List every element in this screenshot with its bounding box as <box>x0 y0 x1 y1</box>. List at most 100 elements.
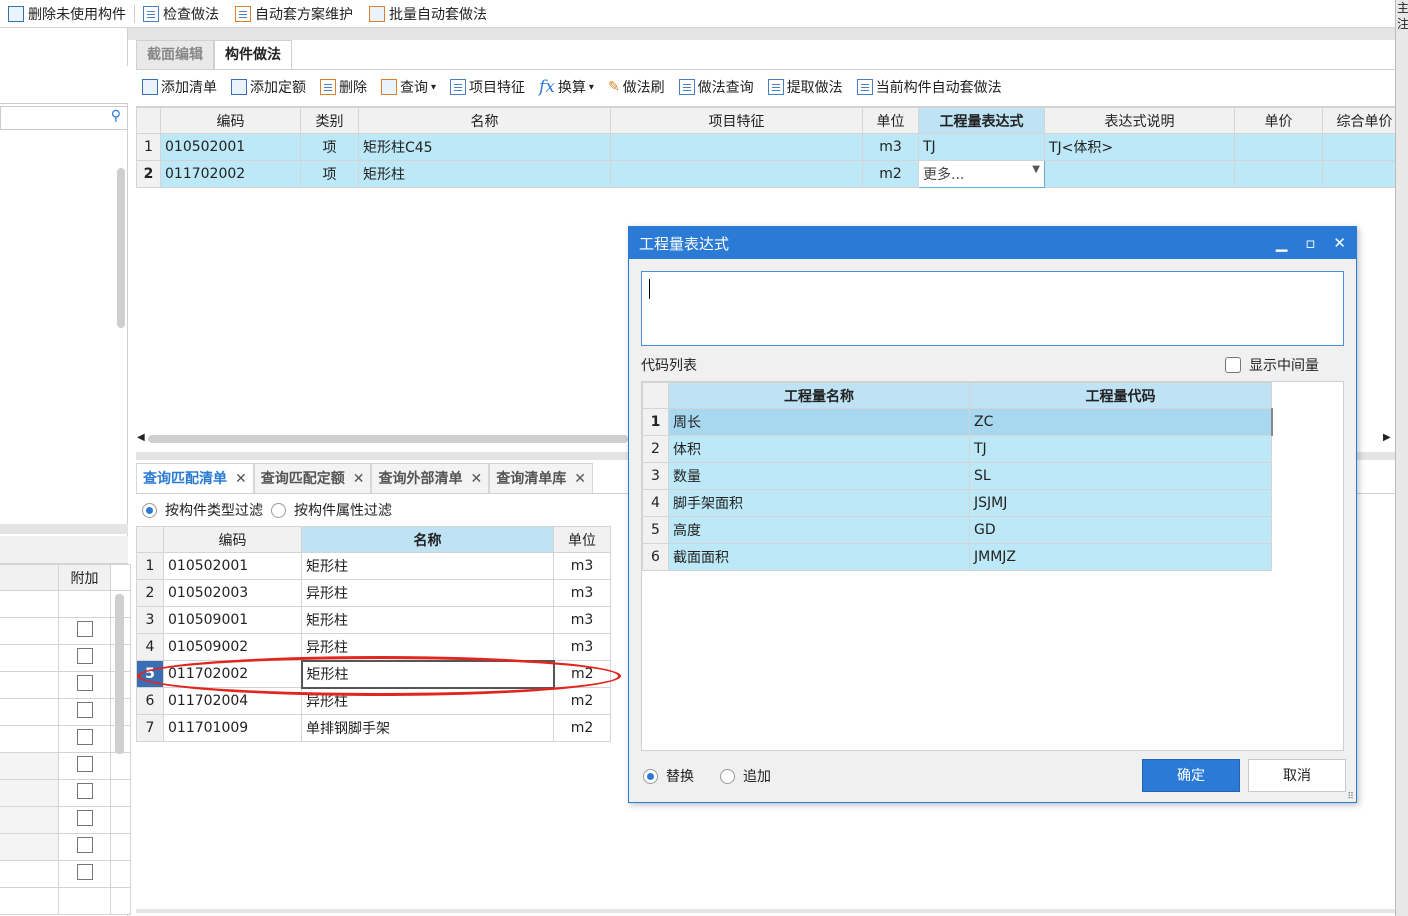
checkbox[interactable] <box>76 621 93 637</box>
left-pane: ⚲ 附加 <box>0 28 131 916</box>
item-feature-button[interactable]: 项目特征 <box>444 77 531 97</box>
col-quantity-code[interactable]: 工程量代码 <box>969 382 1272 409</box>
table-row[interactable]: 3 010509001 矩形柱 m3 <box>136 606 611 634</box>
chevron-down-icon[interactable]: ▼ <box>1032 164 1040 175</box>
table-row[interactable]: 1 010502001 项 矩形柱C45 m3 TJ TJ<体积> <box>136 133 1407 161</box>
expression-dropdown[interactable]: 更多... ▼ <box>918 160 1045 188</box>
code-row-selected[interactable]: 1 周长 ZC <box>642 408 1273 436</box>
checkbox[interactable] <box>76 810 93 826</box>
query-button[interactable]: 查询 ▾ <box>375 77 442 97</box>
table-row[interactable]: 2 011702002 项 矩形柱 m2 更多... ▼ <box>136 160 1407 188</box>
checkbox[interactable] <box>76 702 93 718</box>
append-radio[interactable] <box>720 768 735 784</box>
convert-button[interactable]: fx 换算 ▾ <box>533 77 600 97</box>
code-row[interactable]: 4 脚手架面积 JSJMJ <box>642 489 1272 517</box>
ok-button[interactable]: 确定 <box>1142 759 1240 792</box>
col-feature[interactable]: 项目特征 <box>610 107 863 134</box>
table-row[interactable]: 7 011701009 单排钢脚手架 m2 <box>136 714 611 742</box>
col-expression[interactable]: 工程量表达式 <box>918 107 1045 134</box>
checkbox[interactable] <box>76 729 93 745</box>
method-toolbar: 添加清单 添加定额 删除 查询 ▾ 项目特征 fx 换算 ▾ ✎ 做法刷 做法查询 提取… <box>136 72 1008 102</box>
code-list-grid: 工程量名称 工程量代码 1 周长 ZC 2 体积 TJ 3 数量 SL 4 脚手架面积 JSJMJ… <box>642 382 1273 571</box>
add-quota-button[interactable]: 添加定额 <box>225 77 312 97</box>
left-search-input[interactable]: ⚲ <box>0 106 128 130</box>
method-query-button[interactable]: 做法查询 <box>673 77 760 97</box>
checkbox[interactable] <box>76 783 93 799</box>
show-intermediate-checkbox[interactable] <box>1225 357 1241 373</box>
delete-button[interactable]: 删除 <box>314 77 373 97</box>
code-row[interactable]: 3 数量 SL <box>642 462 1272 490</box>
col-unit[interactable]: 单位 <box>553 526 611 553</box>
filter-options: 按构件类型过滤 按构件属性过滤 <box>142 500 392 520</box>
top-toolbar: 删除未使用构件 检查做法 自动套方案维护 批量自动套做法 <box>0 0 1395 28</box>
close-icon[interactable]: ✕ <box>353 464 365 494</box>
resize-grip-icon[interactable]: ⠿ <box>1347 792 1354 802</box>
expression-input[interactable] <box>641 271 1344 346</box>
tab-match-quota[interactable]: 查询匹配定额 ✕ <box>253 463 372 494</box>
code-row[interactable]: 6 截面面积 JMMJZ <box>642 543 1272 571</box>
auto-method-button[interactable]: 当前构件自动套做法 <box>851 77 1008 97</box>
col-name[interactable]: 名称 <box>301 526 554 553</box>
red-annotation-ellipse <box>137 656 621 696</box>
scroll-right-icon[interactable]: ▶ <box>1383 432 1391 443</box>
col-code[interactable]: 编码 <box>163 526 302 553</box>
code-list-label: 代码列表 <box>641 358 697 374</box>
show-intermediate-option[interactable]: 显示中间量 <box>1225 355 1319 375</box>
filter-by-type-radio[interactable] <box>142 502 157 518</box>
delete-icon <box>320 79 336 95</box>
table-row[interactable]: 1 010502001 矩形柱 m3 <box>136 552 611 580</box>
checkbox[interactable] <box>76 648 93 664</box>
checkbox[interactable] <box>76 864 93 880</box>
cancel-button[interactable]: 取消 <box>1248 759 1346 792</box>
table-row[interactable]: 2 010502003 异形柱 m3 <box>136 579 611 607</box>
method-brush-button[interactable]: ✎ 做法刷 <box>602 77 671 97</box>
col-code[interactable]: 编码 <box>160 107 301 134</box>
col-type[interactable]: 类别 <box>300 107 359 134</box>
col-price[interactable]: 单价 <box>1234 107 1323 134</box>
checkbox[interactable] <box>76 756 93 772</box>
horizontal-scrollbar[interactable] <box>148 435 628 443</box>
left-lower-scrollbar[interactable] <box>115 594 124 754</box>
replace-radio[interactable] <box>643 768 658 784</box>
left-table: 附加 <box>0 564 131 915</box>
code-list-area: 工程量名称 工程量代码 1 周长 ZC 2 体积 TJ 3 数量 SL 4 脚手架面积 JSJMJ… <box>641 381 1344 751</box>
left-col-blank <box>0 564 59 591</box>
left-scrollbar[interactable] <box>117 168 125 328</box>
code-row[interactable]: 2 体积 TJ <box>642 435 1272 463</box>
close-icon[interactable]: ✕ <box>1333 234 1346 252</box>
tab-component-method[interactable]: 构件做法 <box>214 40 292 69</box>
col-expression-desc[interactable]: 表达式说明 <box>1044 107 1235 134</box>
close-icon[interactable]: ✕ <box>574 464 586 494</box>
edge-text: 主 注 <box>1397 1 1408 31</box>
maximize-icon[interactable]: ▫ <box>1305 234 1315 252</box>
fx-icon: fx <box>539 77 555 97</box>
col-total-price[interactable]: 综合单价 <box>1322 107 1407 134</box>
search-icon[interactable]: ⚲ <box>111 108 121 124</box>
add-list-button[interactable]: 添加清单 <box>136 77 223 97</box>
tab-list-library[interactable]: 查询清单库 ✕ <box>489 463 593 493</box>
check-method-button[interactable]: 检查做法 <box>135 0 227 28</box>
extract-method-button[interactable]: 提取做法 <box>762 77 849 97</box>
filter-by-attr-radio[interactable] <box>271 502 286 518</box>
batch-auto-button[interactable]: 批量自动套做法 <box>361 0 495 28</box>
add-list-icon <box>142 79 158 95</box>
close-icon[interactable]: ✕ <box>470 464 482 494</box>
delete-unused-button[interactable]: 删除未使用构件 <box>0 0 134 28</box>
scroll-left-icon[interactable]: ◀ <box>137 432 145 443</box>
auto-scheme-button[interactable]: 自动套方案维护 <box>227 0 361 28</box>
check-doc-icon <box>143 5 159 22</box>
checkbox[interactable] <box>76 675 93 691</box>
col-quantity-name[interactable]: 工程量名称 <box>668 382 970 409</box>
bottom-border <box>136 909 1395 913</box>
right-edge-panel: 主 注 <box>1395 0 1408 916</box>
col-name[interactable]: 名称 <box>358 107 611 134</box>
minimize-icon[interactable]: ▁ <box>1276 234 1288 252</box>
checkbox[interactable] <box>76 837 93 853</box>
auto-method-icon <box>856 79 873 95</box>
close-icon[interactable]: ✕ <box>235 464 247 494</box>
tab-section-edit[interactable]: 截面编辑 <box>136 40 214 69</box>
code-row[interactable]: 5 高度 GD <box>642 516 1272 544</box>
tab-match-list[interactable]: 查询匹配清单 ✕ <box>136 463 254 493</box>
tab-external-list[interactable]: 查询外部清单 ✕ <box>371 463 490 494</box>
col-unit[interactable]: 单位 <box>862 107 919 134</box>
